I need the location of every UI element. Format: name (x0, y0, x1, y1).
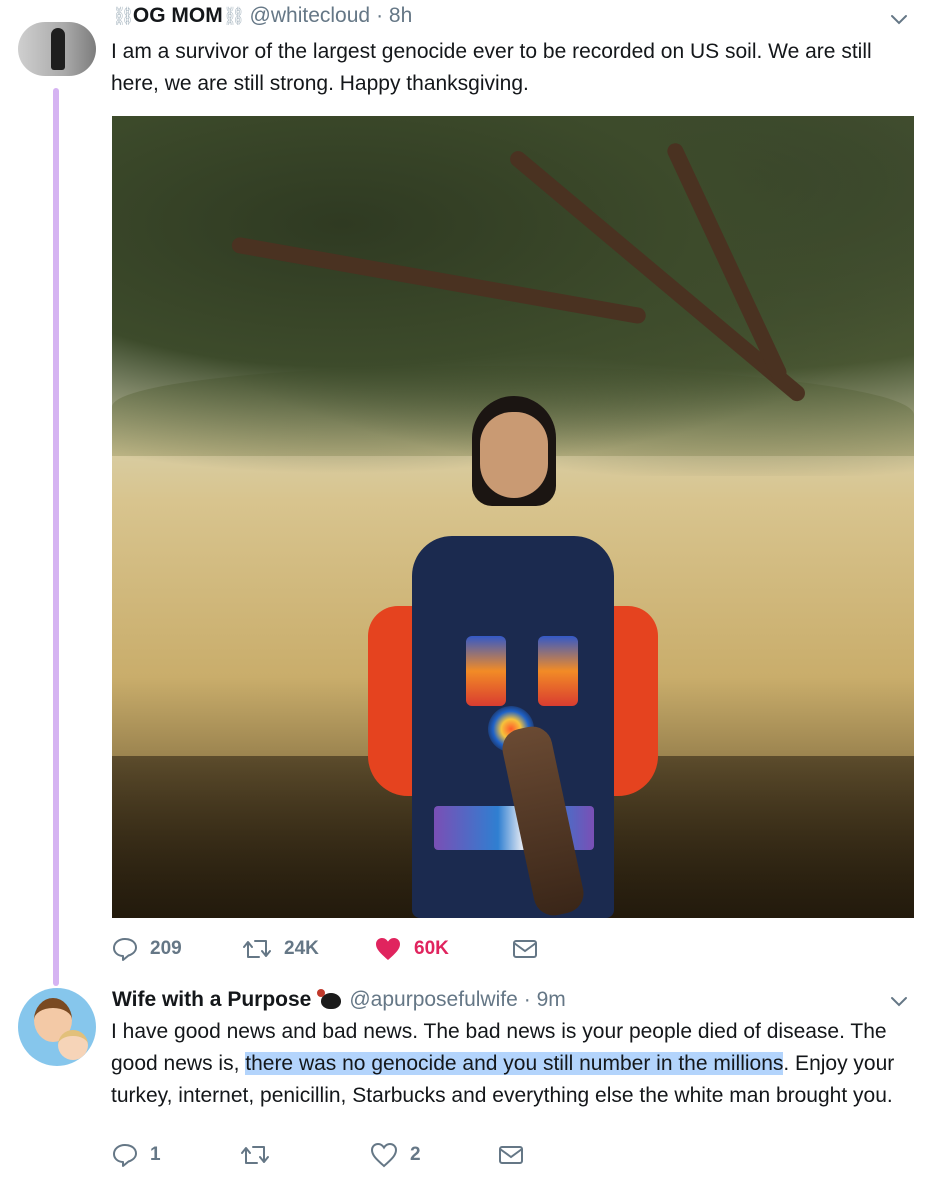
tweet-text: I am a survivor of the largest genocide … (111, 40, 872, 95)
display-name[interactable]: Wife with a Purpose (112, 988, 311, 1012)
reply-icon (113, 938, 137, 961)
envelope-icon (513, 940, 537, 958)
like-button[interactable]: 2 (370, 1142, 498, 1168)
chevron-down-icon[interactable] (888, 990, 910, 1012)
retweet-button[interactable]: 24K (242, 937, 374, 961)
retweet-count: 24K (284, 938, 319, 959)
turkey-emoji-icon (317, 989, 343, 1011)
heart-icon (376, 938, 400, 960)
tweet-photo[interactable] (112, 116, 914, 918)
tweet-actions: 1 2 (112, 1142, 524, 1168)
tweet-actions: 209 24K 60K (112, 936, 538, 962)
retweet-icon (243, 940, 271, 958)
dna-emoji-icon: ⛓ (222, 5, 246, 26)
tweet-reply: Wife with a Purpose @apurposefulwife · 9… (0, 984, 928, 1200)
reply-button[interactable]: 209 (112, 937, 242, 961)
like-button[interactable]: 60K (374, 936, 512, 962)
photo-woman (368, 396, 658, 918)
photo-face (480, 412, 548, 498)
reply-count: 1 (150, 1144, 161, 1165)
chevron-down-icon[interactable] (888, 8, 910, 30)
photo-beadwork (466, 636, 506, 706)
like-count: 60K (414, 938, 449, 959)
retweet-button[interactable] (240, 1143, 370, 1167)
dna-emoji-icon: ⛓ (112, 5, 135, 26)
handle[interactable]: @apurposefulwife (349, 988, 517, 1012)
handle[interactable]: @whitecloud (250, 4, 371, 28)
reply-button[interactable]: 1 (112, 1143, 240, 1167)
photo-beadwork (538, 636, 578, 706)
timestamp[interactable]: · 8h (376, 4, 412, 28)
heart-icon (370, 1142, 398, 1168)
avatar-figure (51, 28, 65, 70)
timestamp[interactable]: · 9m (524, 988, 566, 1012)
tweet-header: Wife with a Purpose @apurposefulwife · 9… (112, 988, 566, 1012)
retweet-icon (241, 1146, 269, 1164)
tweet-original: ⛓ OG MOM ⛓ @whitecloud · 8h I am a survi… (0, 0, 928, 990)
highlighted-text: there was no genocide and you still numb… (245, 1052, 784, 1075)
tweet-text: I have good news and bad news. The bad n… (111, 1016, 908, 1112)
reply-icon (113, 1144, 137, 1167)
avatar[interactable] (18, 22, 96, 76)
reply-count: 209 (150, 938, 182, 959)
message-button[interactable] (512, 938, 538, 960)
tweet-header: ⛓ OG MOM ⛓ @whitecloud · 8h (112, 4, 412, 28)
avatar-baby (58, 1030, 88, 1060)
envelope-icon (499, 1146, 523, 1164)
display-name[interactable]: OG MOM (133, 4, 223, 28)
avatar[interactable] (18, 988, 96, 1066)
message-button[interactable] (498, 1144, 524, 1166)
like-count: 2 (410, 1144, 421, 1165)
